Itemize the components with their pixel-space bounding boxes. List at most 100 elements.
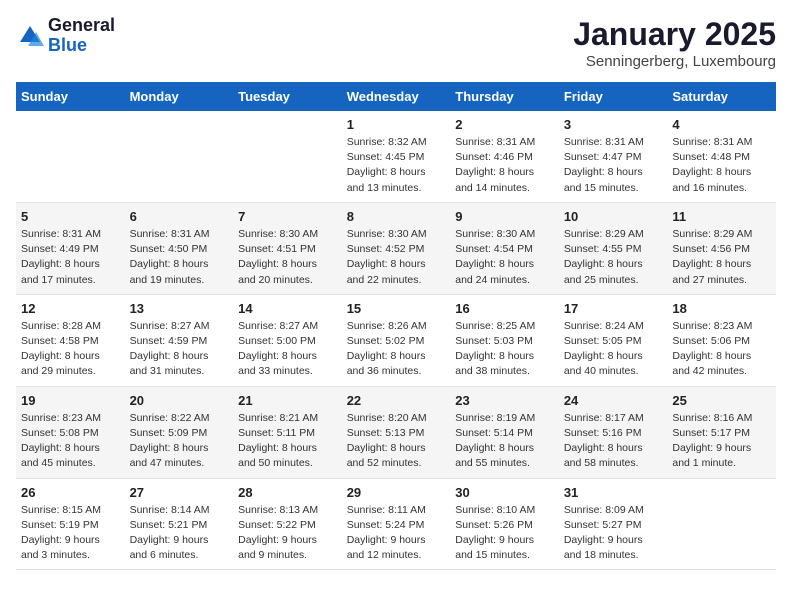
day-number: 5 [21, 209, 120, 224]
day-number: 15 [347, 301, 446, 316]
day-content: Sunrise: 8:31 AM Sunset: 4:48 PM Dayligh… [672, 135, 771, 196]
calendar-cell: 25 Sunrise: 8:16 AM Sunset: 5:17 PM Dayli… [667, 386, 776, 478]
day-content: Sunrise: 8:14 AM Sunset: 5:21 PM Dayligh… [130, 503, 229, 564]
day-number: 11 [672, 209, 771, 224]
logo-icon [16, 22, 44, 50]
day-number: 24 [564, 393, 663, 408]
day-number: 22 [347, 393, 446, 408]
calendar-cell: 15 Sunrise: 8:26 AM Sunset: 5:02 PM Dayli… [342, 294, 451, 386]
day-content: Sunrise: 8:10 AM Sunset: 5:26 PM Dayligh… [455, 503, 554, 564]
calendar-cell: 29 Sunrise: 8:11 AM Sunset: 5:24 PM Dayli… [342, 478, 451, 570]
calendar-cell: 11 Sunrise: 8:29 AM Sunset: 4:56 PM Dayli… [667, 202, 776, 294]
calendar-week-row: 12 Sunrise: 8:28 AM Sunset: 4:58 PM Dayli… [16, 294, 776, 386]
day-number: 29 [347, 485, 446, 500]
page-header: General Blue January 2025 Senningerberg,… [16, 16, 776, 70]
day-number: 30 [455, 485, 554, 500]
day-content: Sunrise: 8:30 AM Sunset: 4:54 PM Dayligh… [455, 227, 554, 288]
day-content: Sunrise: 8:25 AM Sunset: 5:03 PM Dayligh… [455, 319, 554, 380]
day-number: 2 [455, 117, 554, 132]
day-content: Sunrise: 8:31 AM Sunset: 4:47 PM Dayligh… [564, 135, 663, 196]
day-content: Sunrise: 8:32 AM Sunset: 4:45 PM Dayligh… [347, 135, 446, 196]
day-content: Sunrise: 8:09 AM Sunset: 5:27 PM Dayligh… [564, 503, 663, 564]
day-content: Sunrise: 8:20 AM Sunset: 5:13 PM Dayligh… [347, 411, 446, 472]
calendar-cell: 7 Sunrise: 8:30 AM Sunset: 4:51 PM Daylig… [233, 202, 342, 294]
day-number: 6 [130, 209, 229, 224]
day-number: 16 [455, 301, 554, 316]
day-content: Sunrise: 8:27 AM Sunset: 4:59 PM Dayligh… [130, 319, 229, 380]
day-number: 21 [238, 393, 337, 408]
calendar-cell: 30 Sunrise: 8:10 AM Sunset: 5:26 PM Dayli… [450, 478, 559, 570]
calendar-cell: 19Sunrise: 8:23 AM Sunset: 5:08 PM Dayli… [16, 386, 125, 478]
title-block: January 2025 Senningerberg, Luxembourg [573, 16, 776, 70]
day-number: 3 [564, 117, 663, 132]
day-content: Sunrise: 8:11 AM Sunset: 5:24 PM Dayligh… [347, 503, 446, 564]
calendar-week-row: 1 Sunrise: 8:32 AM Sunset: 4:45 PM Daylig… [16, 111, 776, 202]
calendar-table: SundayMondayTuesdayWednesdayThursdayFrid… [16, 82, 776, 570]
day-content: Sunrise: 8:31 AM Sunset: 4:49 PM Dayligh… [21, 227, 120, 288]
day-number: 7 [238, 209, 337, 224]
day-number: 9 [455, 209, 554, 224]
calendar-cell: 3 Sunrise: 8:31 AM Sunset: 4:47 PM Daylig… [559, 111, 668, 202]
day-content: Sunrise: 8:24 AM Sunset: 5:05 PM Dayligh… [564, 319, 663, 380]
day-of-week-header: Friday [559, 82, 668, 111]
day-content: Sunrise: 8:26 AM Sunset: 5:02 PM Dayligh… [347, 319, 446, 380]
day-content: Sunrise: 8:13 AM Sunset: 5:22 PM Dayligh… [238, 503, 337, 564]
day-number: 8 [347, 209, 446, 224]
calendar-header-row: SundayMondayTuesdayWednesdayThursdayFrid… [16, 82, 776, 111]
day-number: 12 [21, 301, 120, 316]
calendar-cell: 26Sunrise: 8:15 AM Sunset: 5:19 PM Dayli… [16, 478, 125, 570]
day-content: Sunrise: 8:19 AM Sunset: 5:14 PM Dayligh… [455, 411, 554, 472]
calendar-cell: 28Sunrise: 8:13 AM Sunset: 5:22 PM Dayli… [233, 478, 342, 570]
day-number: 13 [130, 301, 229, 316]
day-content: Sunrise: 8:30 AM Sunset: 4:52 PM Dayligh… [347, 227, 446, 288]
day-of-week-header: Sunday [16, 82, 125, 111]
day-content: Sunrise: 8:29 AM Sunset: 4:55 PM Dayligh… [564, 227, 663, 288]
day-content: Sunrise: 8:23 AM Sunset: 5:06 PM Dayligh… [672, 319, 771, 380]
logo-general-text: General [48, 15, 115, 35]
day-number: 20 [130, 393, 229, 408]
logo: General Blue [16, 16, 115, 56]
day-of-week-header: Tuesday [233, 82, 342, 111]
day-content: Sunrise: 8:27 AM Sunset: 5:00 PM Dayligh… [238, 319, 337, 380]
calendar-cell: 6Sunrise: 8:31 AM Sunset: 4:50 PM Daylig… [125, 202, 234, 294]
day-content: Sunrise: 8:21 AM Sunset: 5:11 PM Dayligh… [238, 411, 337, 472]
calendar-cell: 21 Sunrise: 8:21 AM Sunset: 5:11 PM Dayli… [233, 386, 342, 478]
calendar-week-row: 5 Sunrise: 8:31 AM Sunset: 4:49 PM Daylig… [16, 202, 776, 294]
calendar-cell: 12 Sunrise: 8:28 AM Sunset: 4:58 PM Dayli… [16, 294, 125, 386]
day-content: Sunrise: 8:23 AM Sunset: 5:08 PM Dayligh… [21, 411, 120, 472]
calendar-cell [16, 111, 125, 202]
calendar-cell: 23 Sunrise: 8:19 AM Sunset: 5:14 PM Dayli… [450, 386, 559, 478]
calendar-cell: 5 Sunrise: 8:31 AM Sunset: 4:49 PM Daylig… [16, 202, 125, 294]
calendar-cell: 22 Sunrise: 8:20 AM Sunset: 5:13 PM Dayli… [342, 386, 451, 478]
day-content: Sunrise: 8:17 AM Sunset: 5:16 PM Dayligh… [564, 411, 663, 472]
calendar-week-row: 19Sunrise: 8:23 AM Sunset: 5:08 PM Dayli… [16, 386, 776, 478]
calendar-cell [667, 478, 776, 570]
day-content: Sunrise: 8:28 AM Sunset: 4:58 PM Dayligh… [21, 319, 120, 380]
month-title: January 2025 [573, 16, 776, 53]
day-content: Sunrise: 8:30 AM Sunset: 4:51 PM Dayligh… [238, 227, 337, 288]
day-number: 26 [21, 485, 120, 500]
day-number: 31 [564, 485, 663, 500]
day-content: Sunrise: 8:22 AM Sunset: 5:09 PM Dayligh… [130, 411, 229, 472]
calendar-cell: 27Sunrise: 8:14 AM Sunset: 5:21 PM Dayli… [125, 478, 234, 570]
calendar-cell: 31 Sunrise: 8:09 AM Sunset: 5:27 PM Dayli… [559, 478, 668, 570]
day-of-week-header: Monday [125, 82, 234, 111]
day-number: 17 [564, 301, 663, 316]
calendar-cell [233, 111, 342, 202]
calendar-cell: 4Sunrise: 8:31 AM Sunset: 4:48 PM Daylig… [667, 111, 776, 202]
calendar-cell: 2 Sunrise: 8:31 AM Sunset: 4:46 PM Daylig… [450, 111, 559, 202]
calendar-cell: 10 Sunrise: 8:29 AM Sunset: 4:55 PM Dayli… [559, 202, 668, 294]
day-content: Sunrise: 8:16 AM Sunset: 5:17 PM Dayligh… [672, 411, 771, 472]
day-number: 25 [672, 393, 771, 408]
day-number: 1 [347, 117, 446, 132]
day-number: 14 [238, 301, 337, 316]
day-of-week-header: Wednesday [342, 82, 451, 111]
calendar-cell: 13 Sunrise: 8:27 AM Sunset: 4:59 PM Dayli… [125, 294, 234, 386]
day-content: Sunrise: 8:31 AM Sunset: 4:46 PM Dayligh… [455, 135, 554, 196]
day-number: 10 [564, 209, 663, 224]
day-of-week-header: Thursday [450, 82, 559, 111]
day-content: Sunrise: 8:29 AM Sunset: 4:56 PM Dayligh… [672, 227, 771, 288]
calendar-cell: 16 Sunrise: 8:25 AM Sunset: 5:03 PM Dayli… [450, 294, 559, 386]
logo-blue-text: Blue [48, 35, 87, 55]
day-number: 23 [455, 393, 554, 408]
